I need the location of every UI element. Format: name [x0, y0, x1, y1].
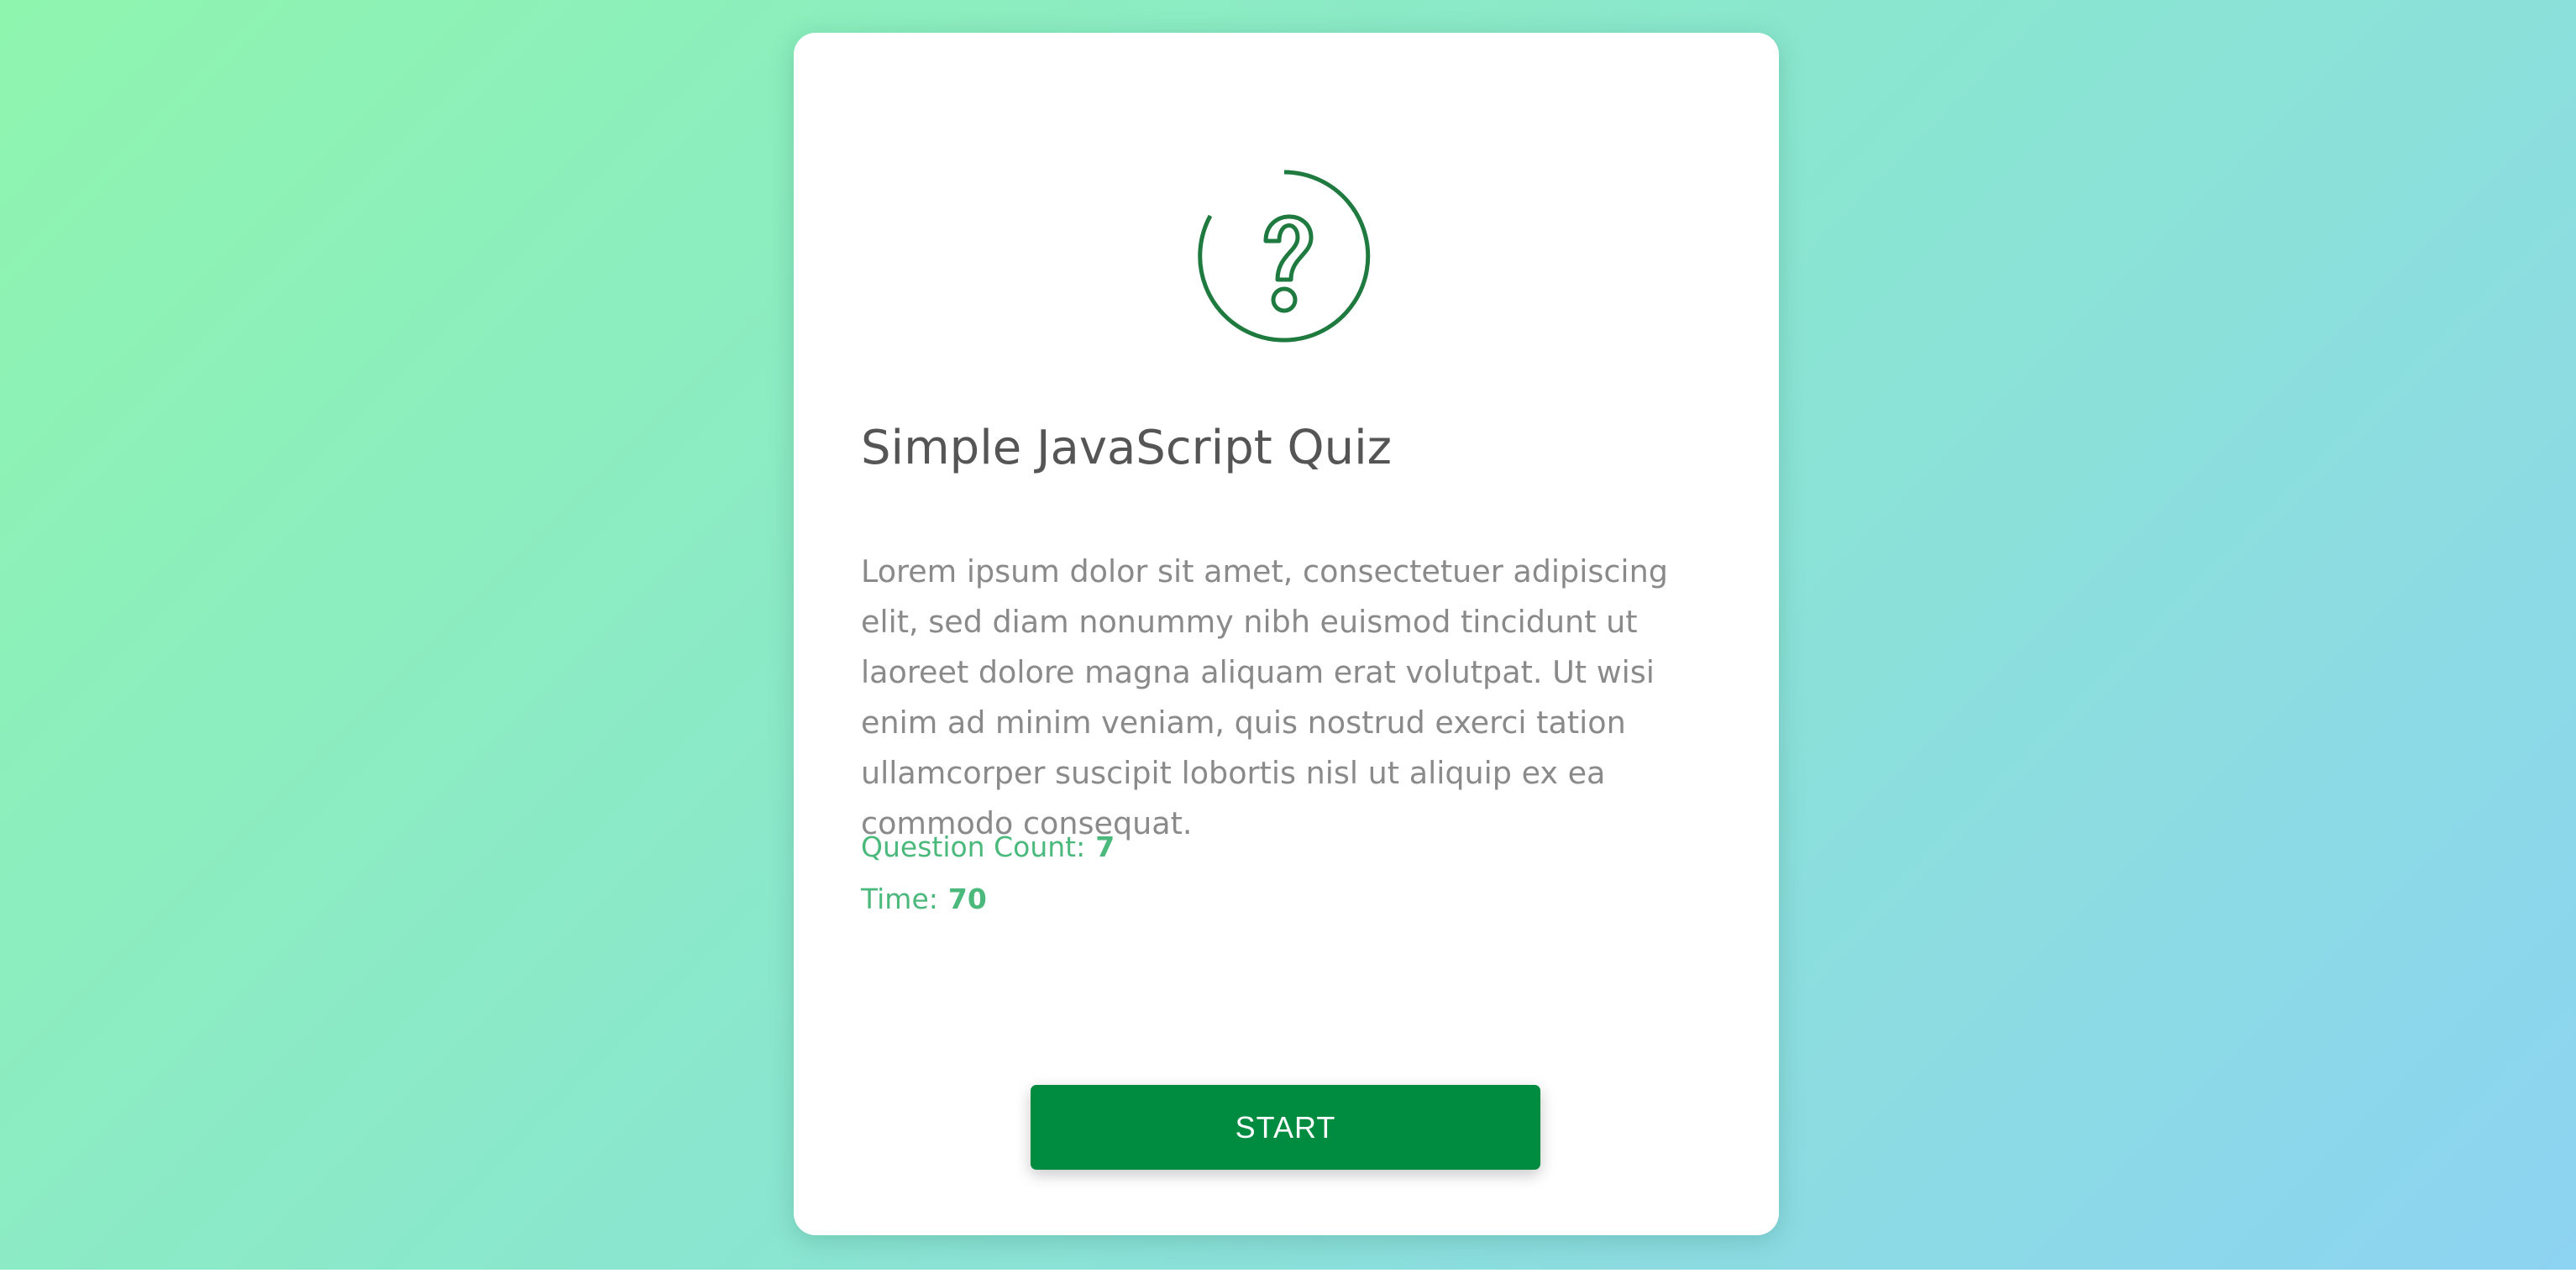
- start-button[interactable]: START: [1031, 1085, 1540, 1170]
- quiz-title: Simple JavaScript Quiz: [861, 421, 1393, 475]
- time-row: Time: 70: [861, 883, 987, 915]
- question-count-value: 7: [1095, 830, 1115, 863]
- page-background: Simple JavaScript Quiz Lorem ipsum dolor…: [0, 0, 2576, 1270]
- question-count-label: Question Count:: [861, 830, 1086, 863]
- question-count-row: Question Count: 7: [861, 830, 1115, 863]
- time-value: 70: [947, 883, 987, 915]
- question-circle-icon: [1198, 170, 1371, 343]
- quiz-card: Simple JavaScript Quiz Lorem ipsum dolor…: [794, 33, 1779, 1235]
- quiz-description: Lorem ipsum dolor sit amet, consectetuer…: [861, 553, 1668, 841]
- time-label: Time:: [861, 883, 938, 915]
